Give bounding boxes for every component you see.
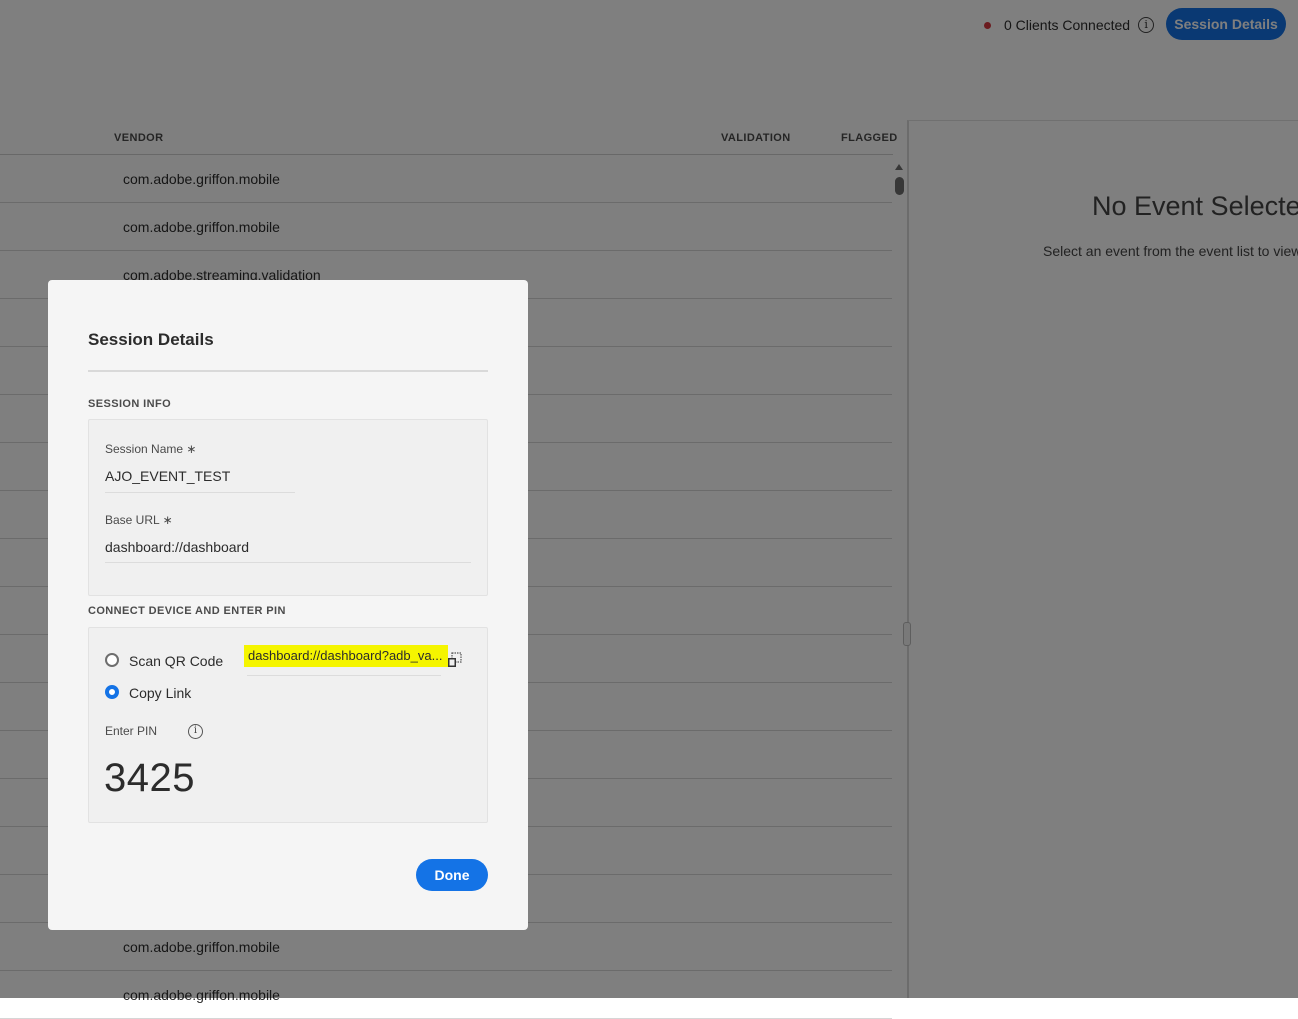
dialog-title: Session Details bbox=[88, 330, 214, 349]
scan-qr-radio[interactable] bbox=[105, 653, 119, 667]
base-url-field[interactable]: dashboard://dashboard bbox=[105, 539, 249, 555]
session-name-underline bbox=[105, 492, 295, 493]
session-name-label: Session Name ∗ bbox=[105, 442, 197, 456]
session-info-label: SESSION INFO bbox=[88, 398, 172, 410]
session-link-field[interactable]: dashboard://dashboard?adb_va... bbox=[244, 645, 448, 667]
base-url-label: Base URL ∗ bbox=[105, 513, 173, 527]
copy-link-label[interactable]: Copy Link bbox=[129, 685, 191, 701]
pin-value: 3425 bbox=[104, 756, 195, 800]
session-details-dialog: Session Details SESSION INFO Session Nam… bbox=[48, 280, 528, 930]
connect-device-box: Scan QR Code Copy Link dashboard://dashb… bbox=[88, 627, 488, 823]
copy-link-radio[interactable] bbox=[105, 685, 119, 699]
base-url-underline bbox=[105, 562, 471, 563]
connect-device-label: CONNECT DEVICE AND ENTER PIN bbox=[88, 605, 286, 617]
session-info-box: Session Name ∗ AJO_EVENT_TEST Base URL ∗… bbox=[88, 419, 488, 596]
scan-qr-label[interactable]: Scan QR Code bbox=[129, 653, 223, 669]
session-name-field[interactable]: AJO_EVENT_TEST bbox=[105, 468, 230, 484]
enter-pin-label: Enter PIN bbox=[105, 724, 158, 738]
dialog-divider bbox=[88, 370, 488, 372]
copy-icon[interactable] bbox=[447, 652, 463, 668]
pin-info-icon[interactable]: i bbox=[188, 724, 203, 739]
session-link-underline bbox=[247, 675, 441, 676]
done-button[interactable]: Done bbox=[416, 859, 488, 891]
